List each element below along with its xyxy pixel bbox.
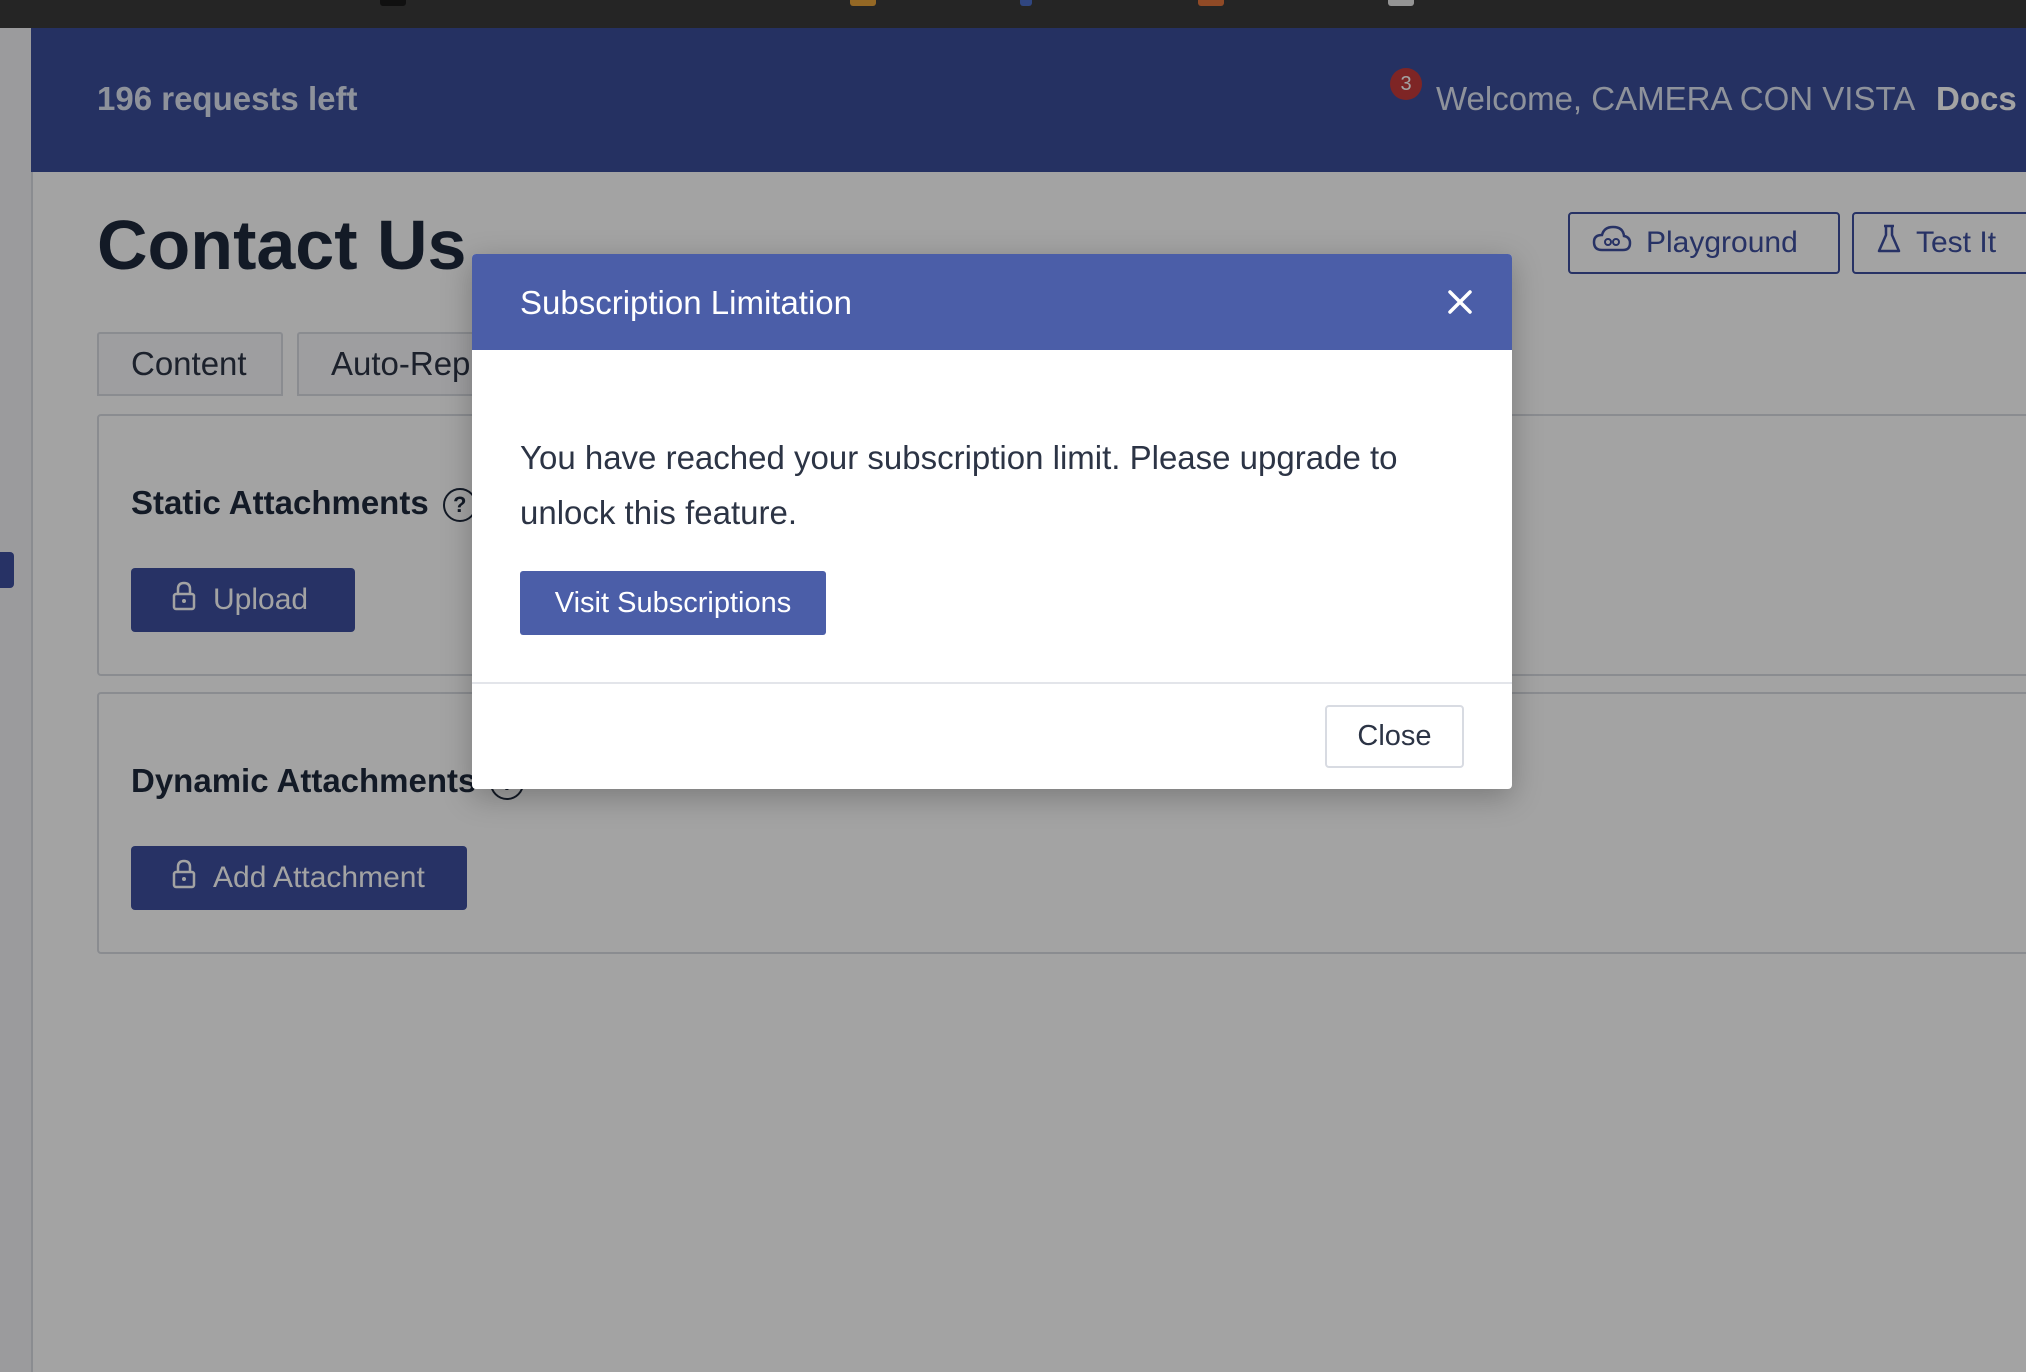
modal-title: Subscription Limitation bbox=[520, 284, 852, 321]
modal-message: You have reached your subscription limit… bbox=[520, 439, 1398, 531]
subscription-limit-modal: Subscription Limitation You have reached… bbox=[472, 254, 1512, 789]
close-icon[interactable] bbox=[1438, 280, 1482, 324]
visit-subscriptions-button[interactable]: Visit Subscriptions bbox=[520, 571, 826, 635]
modal-footer-divider bbox=[472, 682, 1512, 684]
modal-header: Subscription Limitation bbox=[472, 254, 1512, 350]
close-button[interactable]: Close bbox=[1325, 705, 1464, 768]
